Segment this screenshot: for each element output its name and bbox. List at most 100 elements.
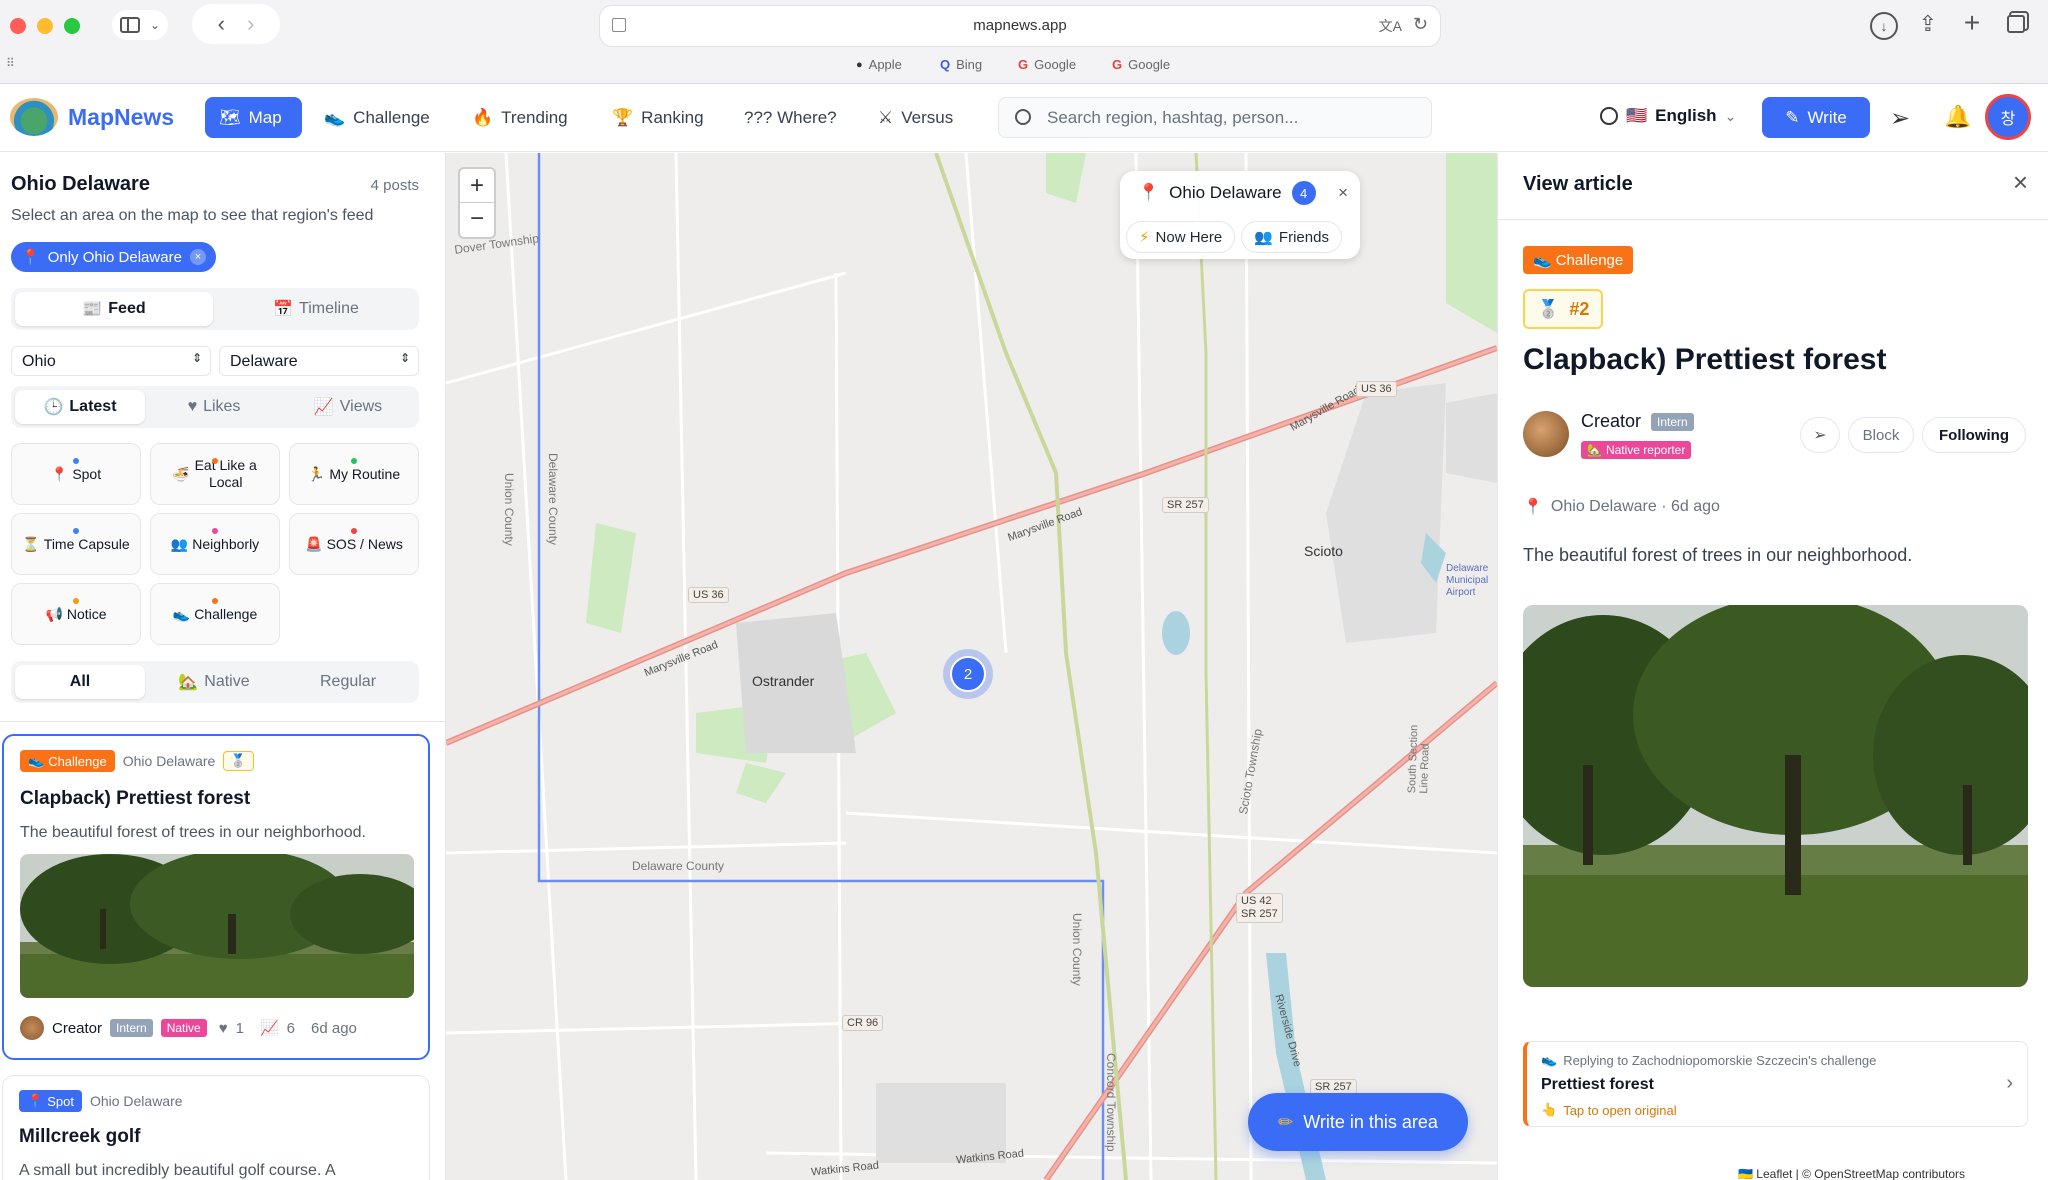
download-icon[interactable]: ↓	[1870, 12, 1898, 40]
close-window-button[interactable]	[10, 18, 26, 34]
nav-where[interactable]: ??? Where?	[730, 97, 851, 138]
favorite-bing[interactable]: Q Bing	[940, 57, 982, 72]
alert-icon: 🚨	[305, 535, 323, 552]
close-icon[interactable]: ×	[1338, 183, 1348, 203]
write-in-area-button[interactable]: ✏ Write in this area	[1248, 1093, 1468, 1151]
sort-latest[interactable]: 🕒 Latest	[15, 390, 145, 424]
post-image	[20, 854, 414, 998]
category-eat-like-a-local[interactable]: 🍜 Eat Like a Local	[150, 443, 280, 505]
reply-title: Prettiest forest	[1541, 1076, 1654, 1093]
map-icon: 🗺	[219, 107, 241, 127]
category-neighborly[interactable]: 👥 Neighborly	[150, 513, 280, 575]
zoom-in-button[interactable]: +	[460, 169, 494, 203]
post-excerpt: The beautiful forest of trees in our nei…	[20, 824, 366, 841]
apple-icon: ●	[856, 58, 863, 71]
newspaper-icon: 📰	[82, 301, 103, 318]
send-icon[interactable]: ➢	[1890, 104, 1910, 133]
bell-icon[interactable]: 🔔	[1944, 104, 1971, 130]
share-icon[interactable]: ⇪	[1914, 10, 1942, 38]
tab-feed[interactable]: 📰 Feed	[15, 292, 213, 326]
reload-icon[interactable]: ↻	[1413, 14, 1428, 35]
post-region: Ohio Delaware	[122, 753, 216, 769]
map-attribution: 🇺🇦 Leaflet | © OpenStreetMap contributor…	[1738, 1167, 1966, 1180]
sort-likes[interactable]: ♥ Likes	[149, 390, 279, 424]
sidebar-icon	[119, 17, 140, 33]
google-icon: G	[1112, 57, 1123, 72]
sidebar-toggle-button[interactable]: ⌄	[112, 10, 168, 40]
region-filter-chip[interactable]: 📍 Only Ohio Delaware ×	[11, 242, 216, 272]
nav-map[interactable]: 🗺 Map	[205, 97, 302, 138]
lightning-icon: ⚡	[1139, 229, 1150, 246]
rank-badge: 🥈 #2	[1523, 289, 1604, 329]
favorite-google-1[interactable]: G Google	[1018, 57, 1076, 72]
following-button[interactable]: Following	[1922, 417, 2026, 453]
map-view[interactable]: Dover Township Ostrander Scioto Delaware…	[446, 153, 1497, 1180]
post-card[interactable]: 👟 Challenge Ohio Delaware 🥈 Clapback) Pre…	[2, 734, 430, 1060]
category-sos-news[interactable]: 🚨 SOS / News	[289, 513, 419, 575]
zoom-out-button[interactable]: −	[460, 203, 494, 237]
address-bar[interactable]: mapnews.app 文A ↻	[600, 6, 1440, 46]
author-native[interactable]: 🏡 Native	[149, 665, 279, 699]
updown-icon: ⇕	[191, 351, 202, 365]
runner-icon: 🏃	[307, 465, 326, 482]
map-label-delaware-county: Delaware County	[632, 859, 725, 873]
category-challenge[interactable]: 👟 Challenge	[150, 583, 280, 645]
category-notice[interactable]: 📢 Notice	[11, 583, 141, 645]
friends-chip[interactable]: 👥 Friends	[1241, 221, 1342, 253]
post-card[interactable]: 📍 Spot Ohio Delaware Millcreek golf A sma…	[2, 1075, 430, 1180]
author-name[interactable]: Creator	[1581, 411, 1641, 432]
map-label-ostrander: Ostrander	[752, 673, 815, 689]
favorite-google-2[interactable]: G Google	[1112, 57, 1170, 72]
forward-icon[interactable]: ›	[247, 11, 254, 37]
nav-ranking[interactable]: 🏆 Ranking	[598, 97, 718, 138]
category-my-routine[interactable]: 🏃 My Routine	[289, 443, 419, 505]
grid-icon[interactable]: ⠿	[6, 56, 15, 70]
house-icon: 🏡	[1587, 443, 1602, 457]
category-time-capsule[interactable]: ⏳ Time Capsule	[11, 513, 141, 575]
popup-region: Ohio Delaware	[1169, 183, 1282, 202]
back-icon[interactable]: ‹	[218, 11, 225, 37]
author-all[interactable]: All	[15, 665, 145, 699]
sort-views[interactable]: 📈 Views	[283, 390, 413, 424]
author-regular[interactable]: Regular	[283, 665, 413, 699]
map-label-union-county: Union County	[502, 473, 516, 546]
search-input[interactable]	[1047, 108, 1417, 128]
tab-timeline[interactable]: 📅 Timeline	[217, 292, 415, 326]
block-button[interactable]: Block	[1848, 417, 1914, 453]
share-button[interactable]: ➢	[1800, 417, 1840, 453]
shield-us42-sr257: US 42 SR 257	[1236, 893, 1283, 923]
state-select[interactable]: Ohio ⇕	[11, 346, 211, 376]
cluster-marker[interactable]: 2	[943, 649, 993, 699]
chevron-down-icon: ⌄	[1724, 107, 1737, 124]
nav-trending[interactable]: 🔥 Trending	[458, 97, 582, 138]
post-count: 4 posts	[370, 177, 419, 194]
article-title: Clapback) Prettiest forest	[1523, 343, 1887, 376]
language-selector[interactable]: 🇺🇸 English ⌄	[1600, 106, 1736, 126]
native-tag: Native	[160, 1019, 207, 1037]
close-icon[interactable]: ×	[2013, 167, 2028, 198]
new-tab-icon[interactable]: +	[1958, 7, 1986, 38]
category-spot[interactable]: 📍 Spot	[11, 443, 141, 505]
house-icon: 🏡	[178, 674, 199, 691]
logo[interactable]: MapNews	[10, 98, 174, 136]
close-icon[interactable]: ×	[189, 249, 206, 265]
favorite-apple[interactable]: ● Apple	[856, 57, 902, 72]
avatar[interactable]: 창	[1985, 94, 2031, 140]
now-here-chip[interactable]: ⚡ Now Here	[1126, 221, 1236, 253]
shield-us36-b: US 36	[1356, 381, 1397, 397]
chevron-down-icon: ⌄	[149, 18, 161, 32]
author-avatar[interactable]	[1523, 411, 1569, 457]
heart-icon: ♥	[187, 398, 198, 415]
county-select[interactable]: Delaware ⇕	[219, 346, 419, 376]
sneaker-icon: 👟	[324, 107, 346, 127]
updown-icon: ⇕	[399, 351, 410, 365]
reply-card[interactable]: 👟 Replying to Zachodniopomorskie Szczecin…	[1523, 1041, 2028, 1127]
translate-icon[interactable]: 文A	[1379, 16, 1402, 36]
nav-versus[interactable]: ⚔ Versus	[864, 97, 967, 138]
nav-challenge[interactable]: 👟 Challenge	[310, 97, 444, 138]
zoom-window-button[interactable]	[64, 18, 80, 34]
post-author[interactable]: Creator	[52, 1020, 102, 1037]
write-button[interactable]: ✎ Write	[1762, 97, 1870, 138]
tabs-overview-icon[interactable]	[2004, 12, 2028, 36]
minimize-window-button[interactable]	[37, 18, 53, 34]
